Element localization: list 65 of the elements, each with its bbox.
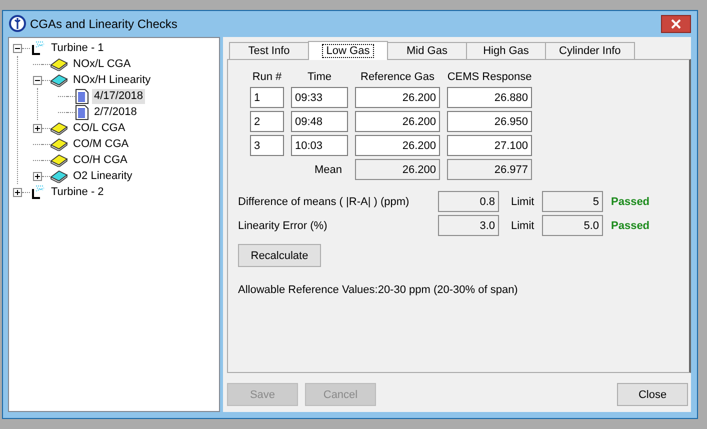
- book-icon: [50, 57, 68, 71]
- value-field[interactable]: 0.8: [438, 191, 499, 212]
- time-field[interactable]: 09:33: [291, 87, 348, 108]
- response-field[interactable]: 27.100: [447, 135, 532, 156]
- tree-item[interactable]: 4/17/2018: [92, 88, 145, 104]
- mean-response-field[interactable]: 26.977: [447, 159, 532, 180]
- limit-label: Limit: [510, 196, 536, 208]
- tree-item[interactable]: NOx/H Linearity: [71, 72, 153, 88]
- note-text: Allowable Reference Values:20-30 ppm (20-30% of span): [238, 284, 518, 296]
- tab[interactable]: Cylinder Info: [545, 42, 635, 59]
- book-icon: [50, 121, 68, 135]
- tree-item[interactable]: Turbine - 2: [49, 184, 106, 200]
- tab[interactable]: High Gas: [466, 42, 546, 59]
- mean-label: Mean: [313, 164, 343, 176]
- app-icon: [9, 15, 26, 32]
- limit-field[interactable]: 5: [542, 191, 603, 212]
- document-icon: [75, 88, 89, 104]
- response-field[interactable]: 26.950: [447, 111, 532, 132]
- tree-item[interactable]: CO/H CGA: [71, 152, 130, 168]
- tree-item[interactable]: CO/L CGA: [71, 120, 128, 136]
- tree-item[interactable]: 2/7/2018: [92, 104, 139, 120]
- turbine-icon: [30, 41, 46, 55]
- value-field[interactable]: 3.0: [438, 215, 499, 236]
- book-icon: [50, 169, 68, 183]
- time-field[interactable]: 10:03: [291, 135, 348, 156]
- check-label: Linearity Error (%): [238, 220, 328, 232]
- status-text: Passed: [611, 220, 650, 232]
- expand-icon[interactable]: [13, 188, 22, 196]
- tab[interactable]: Low Gas: [308, 41, 388, 60]
- column-header: Reference Gas: [360, 70, 436, 84]
- status-text: Passed: [611, 196, 650, 208]
- book-icon: [50, 73, 68, 87]
- column-header: Time: [306, 70, 333, 84]
- reference-field[interactable]: 26.200: [355, 111, 440, 132]
- window-title: CGAs and Linearity Checks: [30, 16, 178, 30]
- tree-item[interactable]: CO/M CGA: [71, 136, 131, 152]
- run-field[interactable]: 2: [250, 111, 284, 132]
- mean-reference-field[interactable]: 26.200: [355, 159, 440, 180]
- expand-icon[interactable]: [33, 124, 42, 132]
- close-icon: [671, 18, 681, 28]
- column-header: Run #: [251, 70, 283, 84]
- response-field[interactable]: 26.880: [447, 87, 532, 108]
- limit-field[interactable]: 5.0: [542, 215, 603, 236]
- book-icon: [50, 153, 68, 167]
- tree-item[interactable]: NOx/L CGA: [71, 56, 133, 72]
- tab[interactable]: Test Info: [229, 42, 309, 59]
- turbine-icon: [30, 185, 46, 199]
- tree-item[interactable]: O2 Linearity: [71, 168, 134, 184]
- tree-item[interactable]: Turbine - 1: [49, 40, 106, 56]
- close-button[interactable]: [661, 14, 691, 32]
- document-icon: [75, 104, 89, 120]
- collapse-icon[interactable]: [13, 44, 22, 52]
- reference-field[interactable]: 26.200: [355, 87, 440, 108]
- time-field[interactable]: 09:48: [291, 111, 348, 132]
- run-field[interactable]: 3: [250, 135, 284, 156]
- expand-icon[interactable]: [33, 172, 42, 180]
- check-label: Difference of means ( |R-A| ) (ppm): [238, 196, 410, 208]
- limit-label: Limit: [510, 220, 536, 232]
- reference-field[interactable]: 26.200: [355, 135, 440, 156]
- collapse-icon[interactable]: [33, 76, 42, 84]
- run-field[interactable]: 1: [250, 87, 284, 108]
- column-header: CEMS Response: [447, 70, 532, 84]
- dialog-button[interactable]: Close: [617, 383, 688, 406]
- book-icon: [50, 137, 68, 151]
- recalculate-button[interactable]: Recalculate: [238, 244, 321, 267]
